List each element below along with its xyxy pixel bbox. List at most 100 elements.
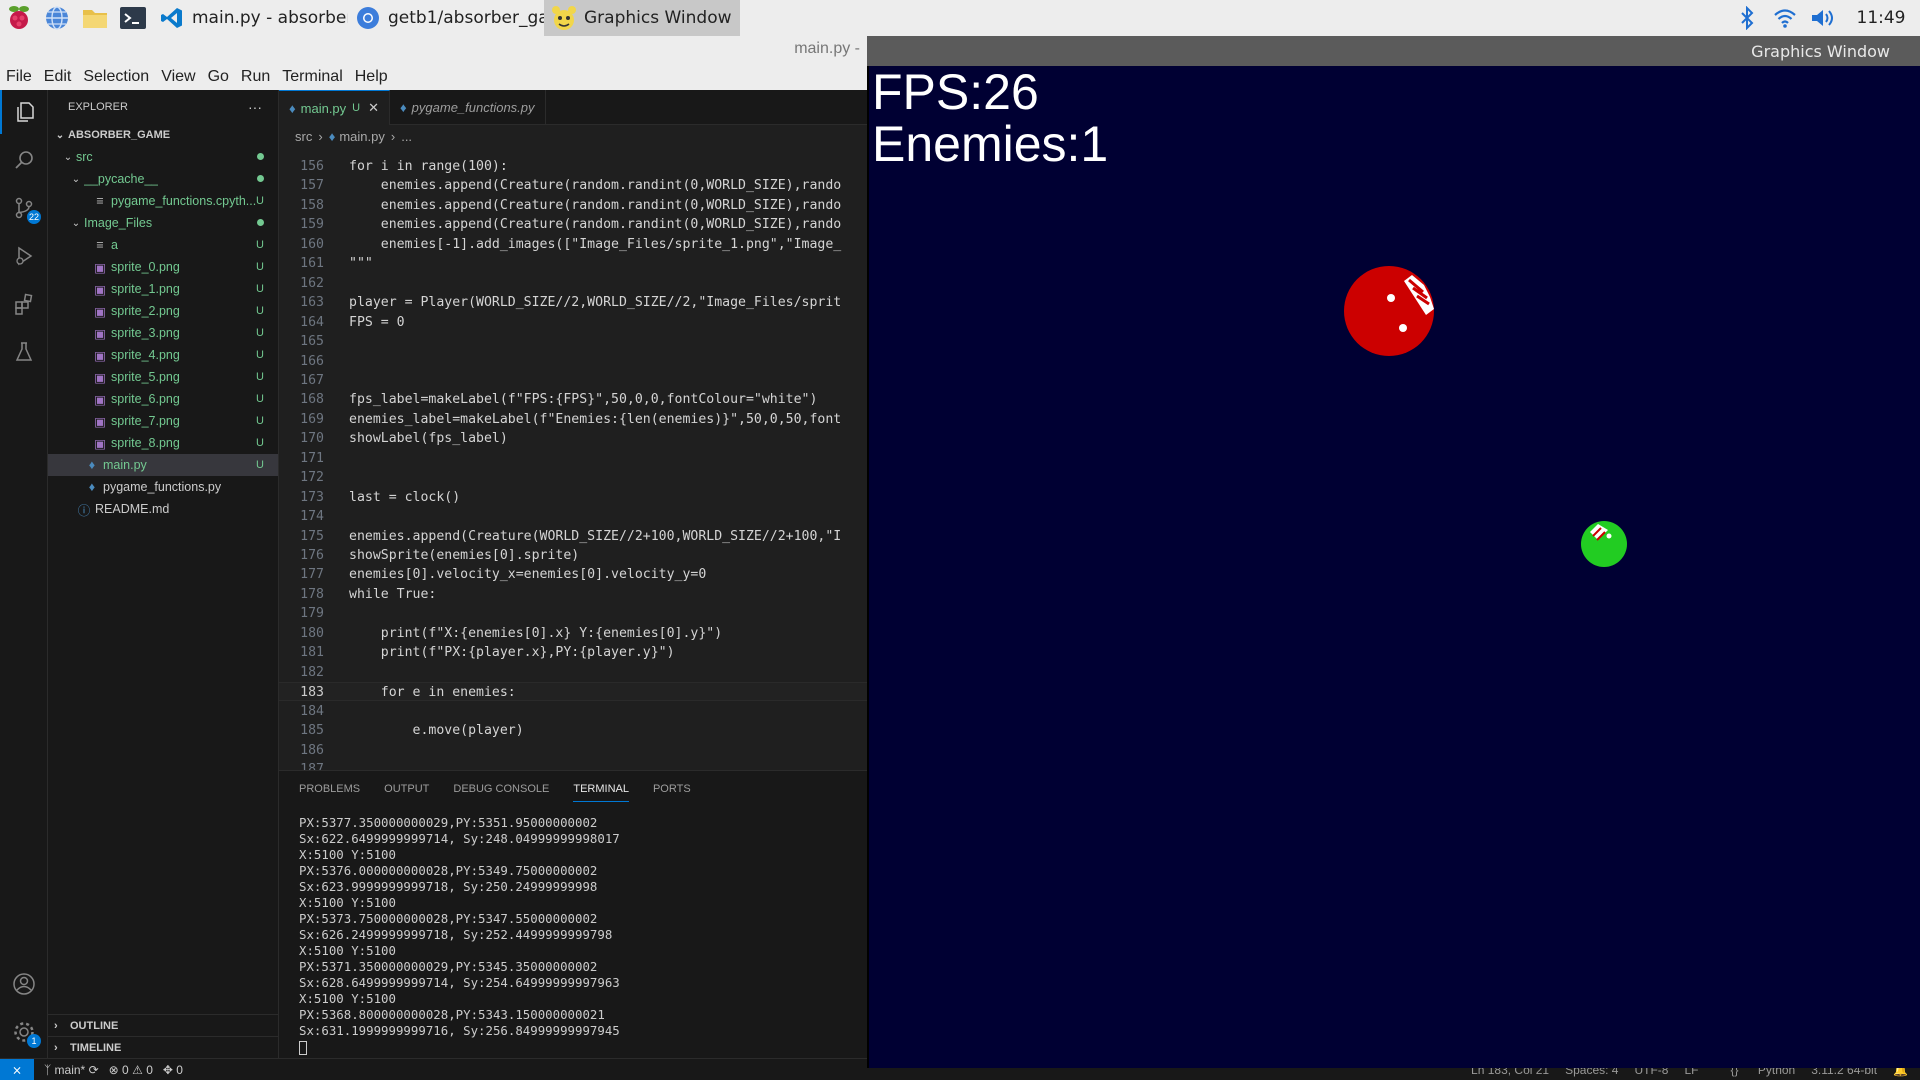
code-line[interactable]: 175 enemies.append(Creature(WORLD_SIZE//2…	[279, 527, 868, 546]
code-editor[interactable]: 156 for i in range(100): 157 enemies.appen…	[279, 153, 868, 770]
code-line[interactable]: 173 last = clock()	[279, 488, 868, 507]
taskbar-task-vscode[interactable]: main.py - absorber_g...	[152, 0, 348, 36]
panel-tab-debug-console[interactable]: DEBUG CONSOLE	[453, 777, 549, 801]
code-line[interactable]: 176 showSprite(enemies[0].sprite)	[279, 546, 868, 565]
breadcrumb-folder[interactable]: src	[295, 129, 312, 144]
menu-edit[interactable]: Edit	[44, 68, 72, 86]
close-tab-icon[interactable]: ✕	[368, 100, 379, 116]
menu-view[interactable]: View	[161, 68, 195, 86]
breadcrumb-symbol[interactable]: ...	[401, 129, 412, 144]
menu-help[interactable]: Help	[355, 68, 388, 86]
code-line[interactable]: 163 player = Player(WORLD_SIZE//2,WORLD_S…	[279, 293, 868, 312]
clock[interactable]: 11:49	[1842, 8, 1920, 28]
more-actions-icon[interactable]: ···	[248, 99, 262, 115]
code-line[interactable]: 160 enemies[-1].add_images(["Image_Files…	[279, 235, 868, 254]
account-icon[interactable]	[0, 962, 48, 1006]
menu-go[interactable]: Go	[208, 68, 229, 86]
code-line[interactable]: 159 enemies.append(Creature(random.randi…	[279, 215, 868, 234]
terminal-icon[interactable]	[114, 0, 152, 36]
code-line[interactable]: 157 enemies.append(Creature(random.randi…	[279, 176, 868, 195]
menu-selection[interactable]: Selection	[83, 68, 149, 86]
tree-item-info[interactable]: ⓘ README.md	[48, 498, 278, 520]
menu-run[interactable]: Run	[241, 68, 270, 86]
code-line[interactable]: 178 while True:	[279, 585, 868, 604]
code-line[interactable]: 167	[279, 371, 868, 390]
tree-item-folder[interactable]: ⌄ src	[48, 146, 278, 168]
menu-file[interactable]: File	[6, 68, 32, 86]
code-line[interactable]: 179	[279, 604, 868, 623]
code-line[interactable]: 168 fps_label=makeLabel(f"FPS:{FPS}",50,0…	[279, 390, 868, 409]
code-line[interactable]: 162	[279, 274, 868, 293]
tree-item-image[interactable]: ▣ sprite_5.png U	[48, 366, 278, 388]
tree-item-folder[interactable]: ⌄ Image_Files	[48, 212, 278, 234]
terminal-output[interactable]: PX:5377.350000000029,PY:5351.95000000002…	[299, 815, 620, 1055]
code-line[interactable]: 161 """	[279, 254, 868, 273]
tree-item-python[interactable]: ♦ main.py U	[48, 454, 278, 476]
breadcrumb-file[interactable]: main.py	[339, 129, 385, 144]
bluetooth-icon[interactable]	[1728, 0, 1766, 36]
code-line[interactable]: 185 e.move(player)	[279, 721, 868, 740]
code-line[interactable]: 187	[279, 760, 868, 770]
source-control-icon[interactable]: 22	[0, 186, 48, 230]
workspace-root[interactable]: ⌄ ABSORBER_GAME	[48, 124, 278, 146]
tree-item-image[interactable]: ▣ sprite_6.png U	[48, 388, 278, 410]
tree-item-file[interactable]: ≡ a U	[48, 234, 278, 256]
code-line[interactable]: 158 enemies.append(Creature(random.randi…	[279, 196, 868, 215]
game-canvas[interactable]: FPS:26 Enemies:1	[869, 66, 1920, 1068]
outline-section[interactable]: › OUTLINE	[48, 1014, 278, 1036]
tree-item-image[interactable]: ▣ sprite_8.png U	[48, 432, 278, 454]
terminal-cursor[interactable]	[299, 1039, 620, 1055]
web-browser-icon[interactable]	[38, 0, 76, 36]
panel-tab-terminal[interactable]: TERMINAL	[573, 777, 629, 802]
ports-indicator[interactable]: ✥ 0	[163, 1063, 183, 1077]
tab-main-py[interactable]: ♦ main.py U ✕	[279, 90, 391, 125]
tree-item-folder[interactable]: ⌄ __pycache__	[48, 168, 278, 190]
graphics-window-titlebar[interactable]: Graphics Window	[867, 36, 1920, 66]
panel-tab-ports[interactable]: PORTS	[653, 777, 691, 801]
tab-pygame-functions[interactable]: ♦ pygame_functions.py	[390, 90, 546, 125]
file-manager-icon[interactable]	[76, 0, 114, 36]
tree-item-image[interactable]: ▣ sprite_1.png U	[48, 278, 278, 300]
code-line[interactable]: 182	[279, 663, 868, 682]
tree-item-image[interactable]: ▣ sprite_4.png U	[48, 344, 278, 366]
code-line[interactable]: 169 enemies_label=makeLabel(f"Enemies:{le…	[279, 410, 868, 429]
settings-gear-icon[interactable]: 1	[0, 1010, 48, 1054]
tree-item-image[interactable]: ▣ sprite_7.png U	[48, 410, 278, 432]
tree-item-python[interactable]: ♦ pygame_functions.py	[48, 476, 278, 498]
problems-indicator[interactable]: ⊗ 0 ⚠ 0	[109, 1063, 153, 1077]
code-line[interactable]: 186	[279, 741, 868, 760]
volume-icon[interactable]	[1804, 0, 1842, 36]
timeline-section[interactable]: › TIMELINE	[48, 1036, 278, 1058]
code-line[interactable]: 181 print(f"PX:{player.x},PY:{player.y}"…	[279, 643, 868, 662]
code-line[interactable]: 156 for i in range(100):	[279, 157, 868, 176]
panel-tab-output[interactable]: OUTPUT	[384, 777, 429, 801]
code-line[interactable]: 166	[279, 352, 868, 371]
code-line[interactable]: 170 showLabel(fps_label)	[279, 429, 868, 448]
remote-indicator-icon[interactable]: ⨯	[0, 1058, 34, 1080]
panel-tab-problems[interactable]: PROBLEMS	[299, 777, 360, 801]
code-line[interactable]: 183 for e in enemies:	[279, 682, 868, 702]
run-debug-icon[interactable]	[0, 234, 48, 278]
tree-item-image[interactable]: ▣ sprite_0.png U	[48, 256, 278, 278]
code-line[interactable]: 172	[279, 468, 868, 487]
extensions-icon[interactable]	[0, 282, 48, 326]
code-line[interactable]: 174	[279, 507, 868, 526]
code-line[interactable]: 171	[279, 449, 868, 468]
tree-item-image[interactable]: ▣ sprite_2.png U	[48, 300, 278, 322]
code-line[interactable]: 180 print(f"X:{enemies[0].x} Y:{enemies[…	[279, 624, 868, 643]
tree-item-file[interactable]: ≡ pygame_functions.cpyth... U	[48, 190, 278, 212]
wifi-icon[interactable]	[1766, 0, 1804, 36]
taskbar-task-graphics-window[interactable]: Graphics Window	[544, 0, 740, 36]
explorer-icon[interactable]	[0, 90, 48, 134]
search-icon[interactable]	[0, 138, 48, 182]
code-line[interactable]: 177 enemies[0].velocity_x=enemies[0].velo…	[279, 565, 868, 584]
code-line[interactable]: 164 FPS = 0	[279, 313, 868, 332]
code-line[interactable]: 165	[279, 332, 868, 351]
testing-flask-icon[interactable]	[0, 330, 48, 374]
code-line[interactable]: 184	[279, 702, 868, 721]
menu-terminal[interactable]: Terminal	[282, 68, 342, 86]
tree-item-image[interactable]: ▣ sprite_3.png U	[48, 322, 278, 344]
raspberry-menu-icon[interactable]	[0, 0, 38, 36]
taskbar-task-chromium[interactable]: getb1/absorber_gam...	[348, 0, 544, 36]
branch-indicator[interactable]: ᛉ main* ⟳	[44, 1063, 99, 1077]
